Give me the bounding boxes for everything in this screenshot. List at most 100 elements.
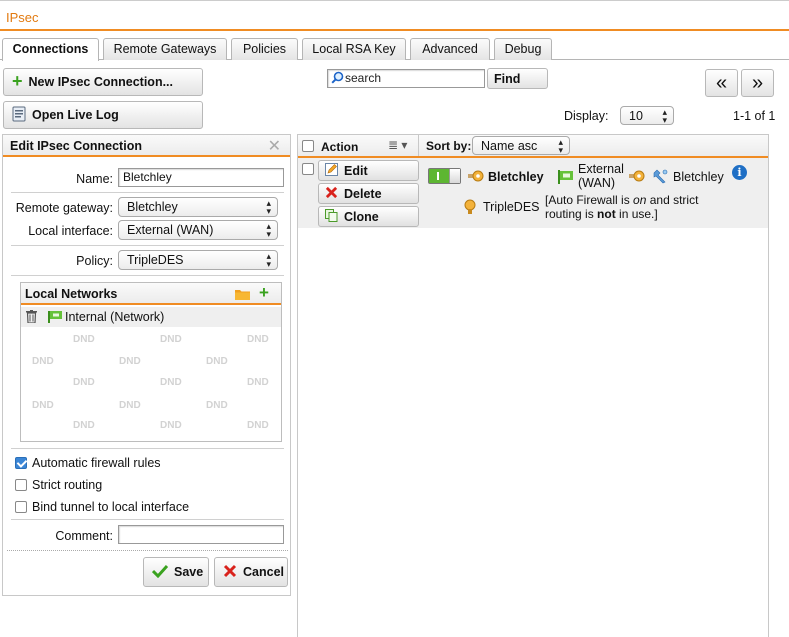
remote-gateway-label: Remote gateway: xyxy=(15,201,113,215)
clone-button[interactable]: Clone xyxy=(318,206,419,227)
list-item[interactable]: Internal (Network) xyxy=(21,307,281,327)
routing-note: [Auto Firewall is on and strict routing … xyxy=(545,193,698,221)
close-icon[interactable]: ✕ xyxy=(268,136,281,156)
display-select[interactable]: 10 ▴ ▾ xyxy=(620,106,674,125)
local-interface-select[interactable]: External (WAN) ▴ ▾ xyxy=(118,220,278,240)
table-row[interactable]: Edit Delete Clone Bletchley External (WA… xyxy=(298,158,768,228)
search-icon xyxy=(331,71,344,87)
row-checkbox[interactable] xyxy=(302,163,314,175)
select-all-checkbox[interactable] xyxy=(302,140,314,152)
tab-debug[interactable]: Debug xyxy=(494,38,552,60)
column-menu-icon[interactable]: ≣ ▾ xyxy=(388,138,407,152)
edit-button[interactable]: Edit xyxy=(318,160,419,181)
auto-firewall-label: Automatic firewall rules xyxy=(32,456,161,470)
policy-icon xyxy=(464,199,476,218)
comment-input[interactable] xyxy=(118,525,284,544)
search-placeholder: search xyxy=(345,71,382,85)
note-text: and strict xyxy=(646,193,699,207)
dnd-slot: DND xyxy=(160,420,182,431)
enable-toggle[interactable] xyxy=(428,168,461,184)
tab-remote-gateways[interactable]: Remote Gateways xyxy=(103,38,227,60)
dnd-slot: DND xyxy=(32,400,54,411)
select-arrows-icon: ▴ ▾ xyxy=(266,221,271,239)
select-arrows-icon: ▴ ▾ xyxy=(266,251,271,269)
name-input[interactable]: Bletchley xyxy=(118,168,284,187)
add-network-icon[interactable]: + xyxy=(259,283,269,303)
divider xyxy=(11,448,284,449)
app-title: IPsec xyxy=(6,10,39,25)
note-not: not xyxy=(597,207,616,221)
open-live-log-button[interactable]: Open Live Log xyxy=(3,101,203,129)
prev-page-button[interactable]: « xyxy=(705,69,738,97)
dnd-slot: DND xyxy=(73,420,95,431)
cancel-button[interactable]: Cancel xyxy=(214,557,288,587)
edit-icon xyxy=(325,162,338,179)
strict-routing-checkbox[interactable] xyxy=(15,479,27,491)
divider xyxy=(7,550,288,551)
plus-icon: + xyxy=(12,70,23,91)
x-icon xyxy=(223,564,237,581)
dnd-slot: DND xyxy=(247,420,269,431)
note-text: [Auto Firewall is xyxy=(545,193,634,207)
trash-icon[interactable] xyxy=(26,310,37,326)
arrow-icon xyxy=(629,170,645,185)
new-connection-button[interactable]: + New IPsec Connection... xyxy=(3,68,203,96)
search-input[interactable]: search xyxy=(327,69,485,88)
network-name: Internal (Network) xyxy=(65,310,165,324)
bind-tunnel-checkbox[interactable] xyxy=(15,501,27,513)
toggle-marker xyxy=(437,172,439,180)
dnd-slot: DND xyxy=(73,334,95,345)
find-label: Find xyxy=(494,71,521,86)
action-header: Action xyxy=(321,140,359,154)
local-networks-title: Local Networks xyxy=(25,287,118,301)
divider xyxy=(11,519,284,520)
select-arrows-icon: ▴ ▾ xyxy=(558,137,563,155)
find-button[interactable]: Find xyxy=(487,68,548,89)
edit-connection-panel: Edit IPsec Connection ✕ Name: Bletchley … xyxy=(2,134,291,596)
info-icon[interactable]: i xyxy=(732,165,747,180)
auto-firewall-checkbox[interactable] xyxy=(15,457,27,469)
new-connection-label: New IPsec Connection... xyxy=(28,75,173,89)
local-networks-box: Local Networks + Internal (Network) DND … xyxy=(20,282,282,442)
interface-line2: (WAN) xyxy=(578,176,616,190)
edit-panel-title: Edit IPsec Connection xyxy=(10,139,142,153)
policy-name[interactable]: TripleDES xyxy=(483,200,540,214)
tab-connections[interactable]: Connections xyxy=(2,38,99,61)
strict-routing-label: Strict routing xyxy=(32,478,103,492)
local-networks-header: Local Networks + xyxy=(21,283,281,305)
sort-value: Name asc xyxy=(481,139,538,153)
remote-gateway-select[interactable]: Bletchley ▴ ▾ xyxy=(118,197,278,217)
list-header: Action ≣ ▾ Sort by: Name asc ▴ ▾ xyxy=(298,135,768,158)
policy-label: Policy: xyxy=(76,254,113,268)
divider xyxy=(418,135,419,156)
save-button[interactable]: Save xyxy=(143,557,209,587)
dnd-slot: DND xyxy=(119,400,141,411)
dnd-slot: DND xyxy=(206,356,228,367)
interface-line1: External xyxy=(578,162,624,176)
prev-label: « xyxy=(715,71,728,94)
policy-select[interactable]: TripleDES ▴ ▾ xyxy=(118,250,278,270)
app-header: IPsec xyxy=(0,0,789,31)
dnd-slot: DND xyxy=(32,356,54,367)
tab-policies[interactable]: Policies xyxy=(231,38,298,60)
remote-gateway-value: Bletchley xyxy=(127,200,178,214)
cancel-label: Cancel xyxy=(243,565,284,579)
divider xyxy=(11,245,284,246)
folder-icon[interactable] xyxy=(235,288,250,303)
sort-label: Sort by: xyxy=(426,139,472,153)
select-arrows-icon: ▴ ▾ xyxy=(266,198,271,216)
connection-name[interactable]: Bletchley xyxy=(488,170,544,184)
sort-select[interactable]: Name asc ▴ ▾ xyxy=(472,136,570,155)
next-label: » xyxy=(751,71,764,94)
display-value: 10 xyxy=(629,109,643,123)
tab-advanced[interactable]: Advanced xyxy=(410,38,490,60)
delete-button[interactable]: Delete xyxy=(318,183,419,204)
note-line-2: routing is not in use.] xyxy=(545,207,698,221)
tab-local-rsa-key[interactable]: Local RSA Key xyxy=(302,38,406,60)
open-live-log-label: Open Live Log xyxy=(32,108,119,122)
clone-icon xyxy=(325,208,338,225)
gateway-name[interactable]: Bletchley xyxy=(673,170,724,184)
next-page-button[interactable]: » xyxy=(741,69,774,97)
log-icon xyxy=(12,106,26,125)
connection-icon xyxy=(468,170,484,185)
